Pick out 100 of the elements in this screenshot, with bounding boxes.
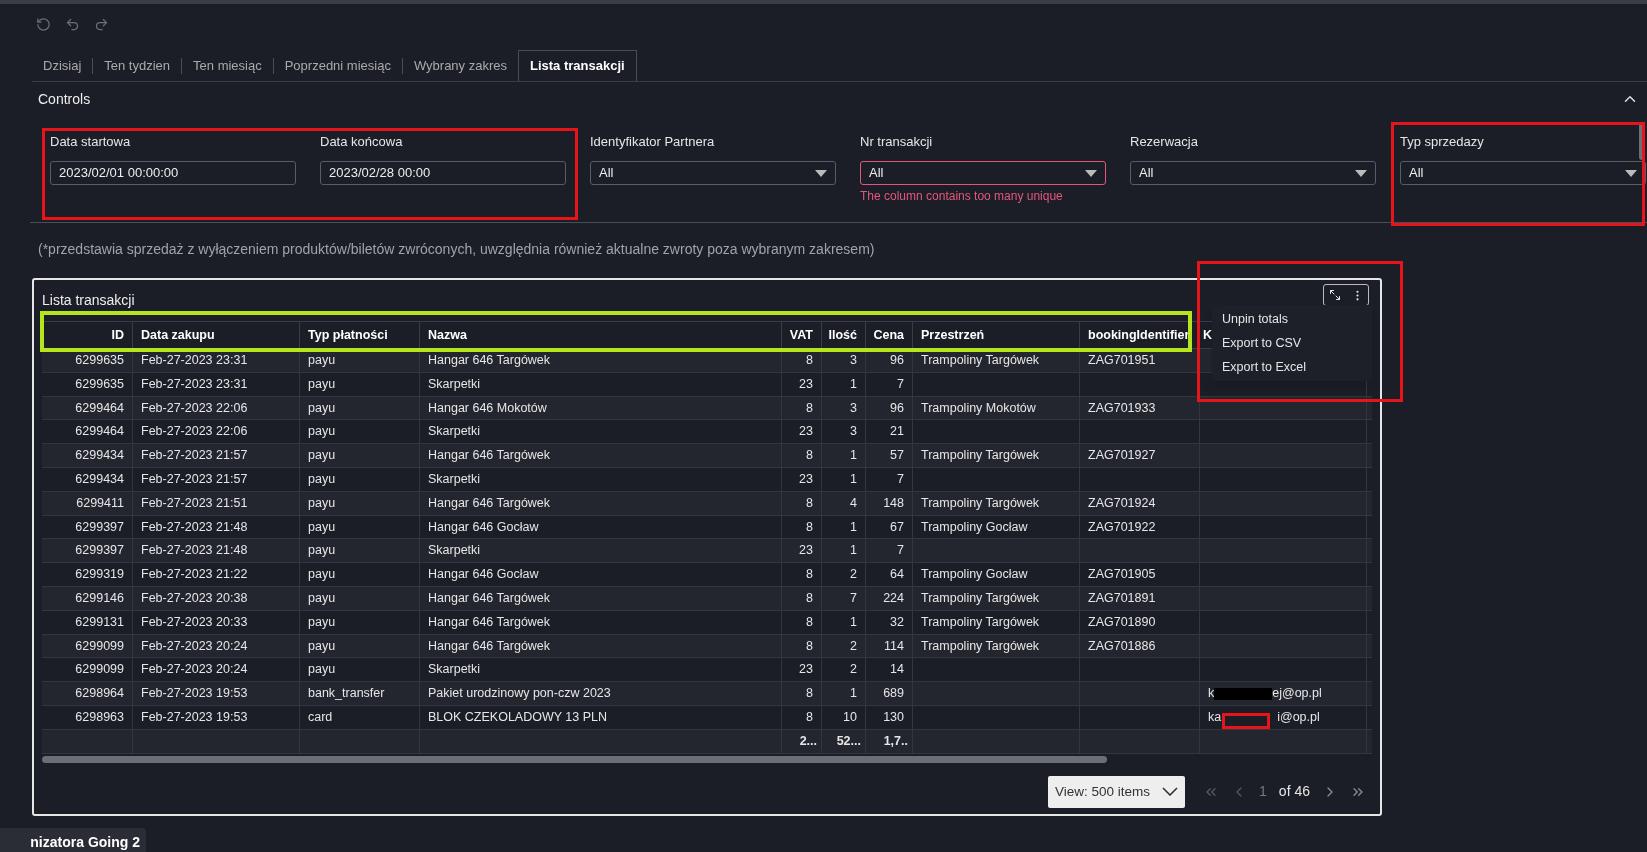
date-field[interactable]: 2023/02/28 00:00 [320, 161, 566, 185]
table-cell: payu [300, 658, 420, 682]
dropdown-icon [1625, 169, 1637, 177]
table-cell: 1 [822, 539, 866, 563]
bottom-tab[interactable]: nizatora Going 2 [0, 828, 146, 852]
select-field[interactable]: All [1130, 161, 1376, 185]
table-cell: Trampoliny Targówek [913, 349, 1080, 372]
table-cell: 8 [782, 515, 822, 539]
column-header[interactable]: Cena [866, 322, 913, 348]
table-cell: Trampoliny Targówek [913, 586, 1080, 610]
table-cell: Feb-27-2023 21:48 [133, 539, 300, 563]
table-cell: payu [300, 468, 420, 491]
date-field[interactable]: 2023/02/01 00:00:00 [50, 161, 296, 185]
table-cell: 8 [782, 444, 822, 467]
section-title: Controls [38, 89, 91, 109]
table-cell: 6299464 [42, 420, 133, 444]
table-cell: Trampoliny Targówek [913, 491, 1080, 515]
table-cell: 6299397 [42, 539, 133, 563]
table-cell: Hangar 646 Targówek [420, 586, 782, 610]
menu-item[interactable]: Export to CSV [1212, 331, 1372, 355]
table-cell: card [300, 705, 420, 729]
table-cell: Hangar 646 Mokotów [420, 396, 782, 420]
table-cell: 8 [782, 705, 822, 729]
column-header[interactable]: ID [42, 322, 133, 348]
table-cell: Skarpetki [420, 658, 782, 682]
tab[interactable]: Dzisiaj [32, 50, 93, 81]
table-cell: 8 [782, 586, 822, 610]
tab[interactable]: Ten miesiąc [182, 50, 273, 81]
table-cell: 4 [822, 491, 866, 515]
table-cell: 23 [782, 658, 822, 682]
scrollbar-thumb[interactable] [1639, 122, 1645, 160]
column-header[interactable]: Przestrzeń [913, 322, 1080, 348]
column-header[interactable]: Data zakupu [133, 322, 300, 348]
dropdown-icon [1355, 169, 1367, 177]
table-cell: 7 [866, 468, 913, 491]
tab[interactable]: Poprzedni miesiąc [273, 50, 402, 81]
horizontal-scrollbar[interactable] [42, 755, 1107, 763]
table-cell: 1 [822, 372, 866, 396]
tab[interactable]: Lista transakcji [518, 50, 637, 81]
menu-item[interactable]: Unpin totals [1212, 307, 1372, 331]
table-cell: Hangar 646 Targówek [420, 610, 782, 634]
table-cell: 6299434 [42, 468, 133, 491]
card-title: Lista transakcji [42, 292, 135, 308]
table-cell: ZAG701891 [1080, 586, 1200, 610]
table-cell: Feb-27-2023 21:57 [133, 468, 300, 491]
chevron-down-icon [1162, 787, 1179, 797]
table-cell: 689 [866, 682, 913, 705]
table-cell: 6299434 [42, 444, 133, 467]
redo-icon[interactable] [94, 17, 109, 32]
table-cell: 96 [866, 396, 913, 420]
table-cell: 130 [866, 705, 913, 729]
table-cell: 8 [782, 491, 822, 515]
table-cell: 6299099 [42, 658, 133, 682]
column-header[interactable]: VAT [782, 322, 822, 348]
table-cell: 1 [822, 610, 866, 634]
table-cell: 3 [822, 349, 866, 372]
table-cell: Skarpetki [420, 468, 782, 491]
table-cell: ZAG701933 [1080, 396, 1200, 420]
column-header[interactable]: Typ płatności [300, 322, 420, 348]
select-field[interactable]: All [860, 161, 1106, 185]
tab[interactable]: Ten tydzien [93, 50, 182, 81]
table-cell: 8 [782, 563, 822, 586]
table-cell: 6299146 [42, 586, 133, 610]
table-cell: payu [300, 586, 420, 610]
select-field[interactable]: All [590, 161, 836, 185]
page-count: of 46 [1278, 782, 1310, 802]
table-cell: ZAG701927 [1080, 444, 1200, 467]
tab[interactable]: Wybrany zakres [402, 50, 518, 81]
table-cell: Skarpetki [420, 539, 782, 563]
column-header[interactable]: Nazwa [420, 322, 782, 348]
table-cell: ZAG701886 [1080, 634, 1200, 658]
refresh-icon[interactable] [36, 17, 51, 32]
table-cell: Hangar 646 Targówek [420, 444, 782, 467]
table-cell: 6299635 [42, 372, 133, 396]
table-cell: Feb-27-2023 20:33 [133, 610, 300, 634]
table-cell: 6299635 [42, 349, 133, 372]
total-cell: 52... [822, 729, 866, 753]
filter-label: Nr transakcji [860, 133, 933, 151]
filter-label: Data końcowa [320, 133, 403, 151]
table-cell: Feb-27-2023 21:51 [133, 491, 300, 515]
table-cell: BLOK CZEKOLADOWY 13 PLN [420, 705, 782, 729]
table-cell: 23 [782, 372, 822, 396]
undo-icon[interactable] [65, 17, 80, 32]
table-cell: payu [300, 420, 420, 444]
column-header[interactable]: Ilość [822, 322, 866, 348]
table-cell: bank_transfer [300, 682, 420, 705]
table-cell: 3 [822, 420, 866, 444]
table-cell: Feb-27-2023 20:38 [133, 586, 300, 610]
select-field[interactable]: All [1400, 161, 1646, 185]
table-cell: Feb-27-2023 21:22 [133, 563, 300, 586]
table-cell: ZAG701890 [1080, 610, 1200, 634]
menu-item[interactable]: Export to Excel [1212, 355, 1372, 379]
table-cell: 6299131 [42, 610, 133, 634]
table-cell: 23 [782, 420, 822, 444]
error-message: The column contains too many unique [860, 188, 1064, 205]
column-header[interactable]: bookingIdentifier [1080, 322, 1200, 348]
table-cell: payu [300, 610, 420, 634]
table-cell: Feb-27-2023 22:06 [133, 420, 300, 444]
page-size-select[interactable]: View: 500 items [1048, 775, 1186, 808]
table-cell: 57 [866, 444, 913, 467]
